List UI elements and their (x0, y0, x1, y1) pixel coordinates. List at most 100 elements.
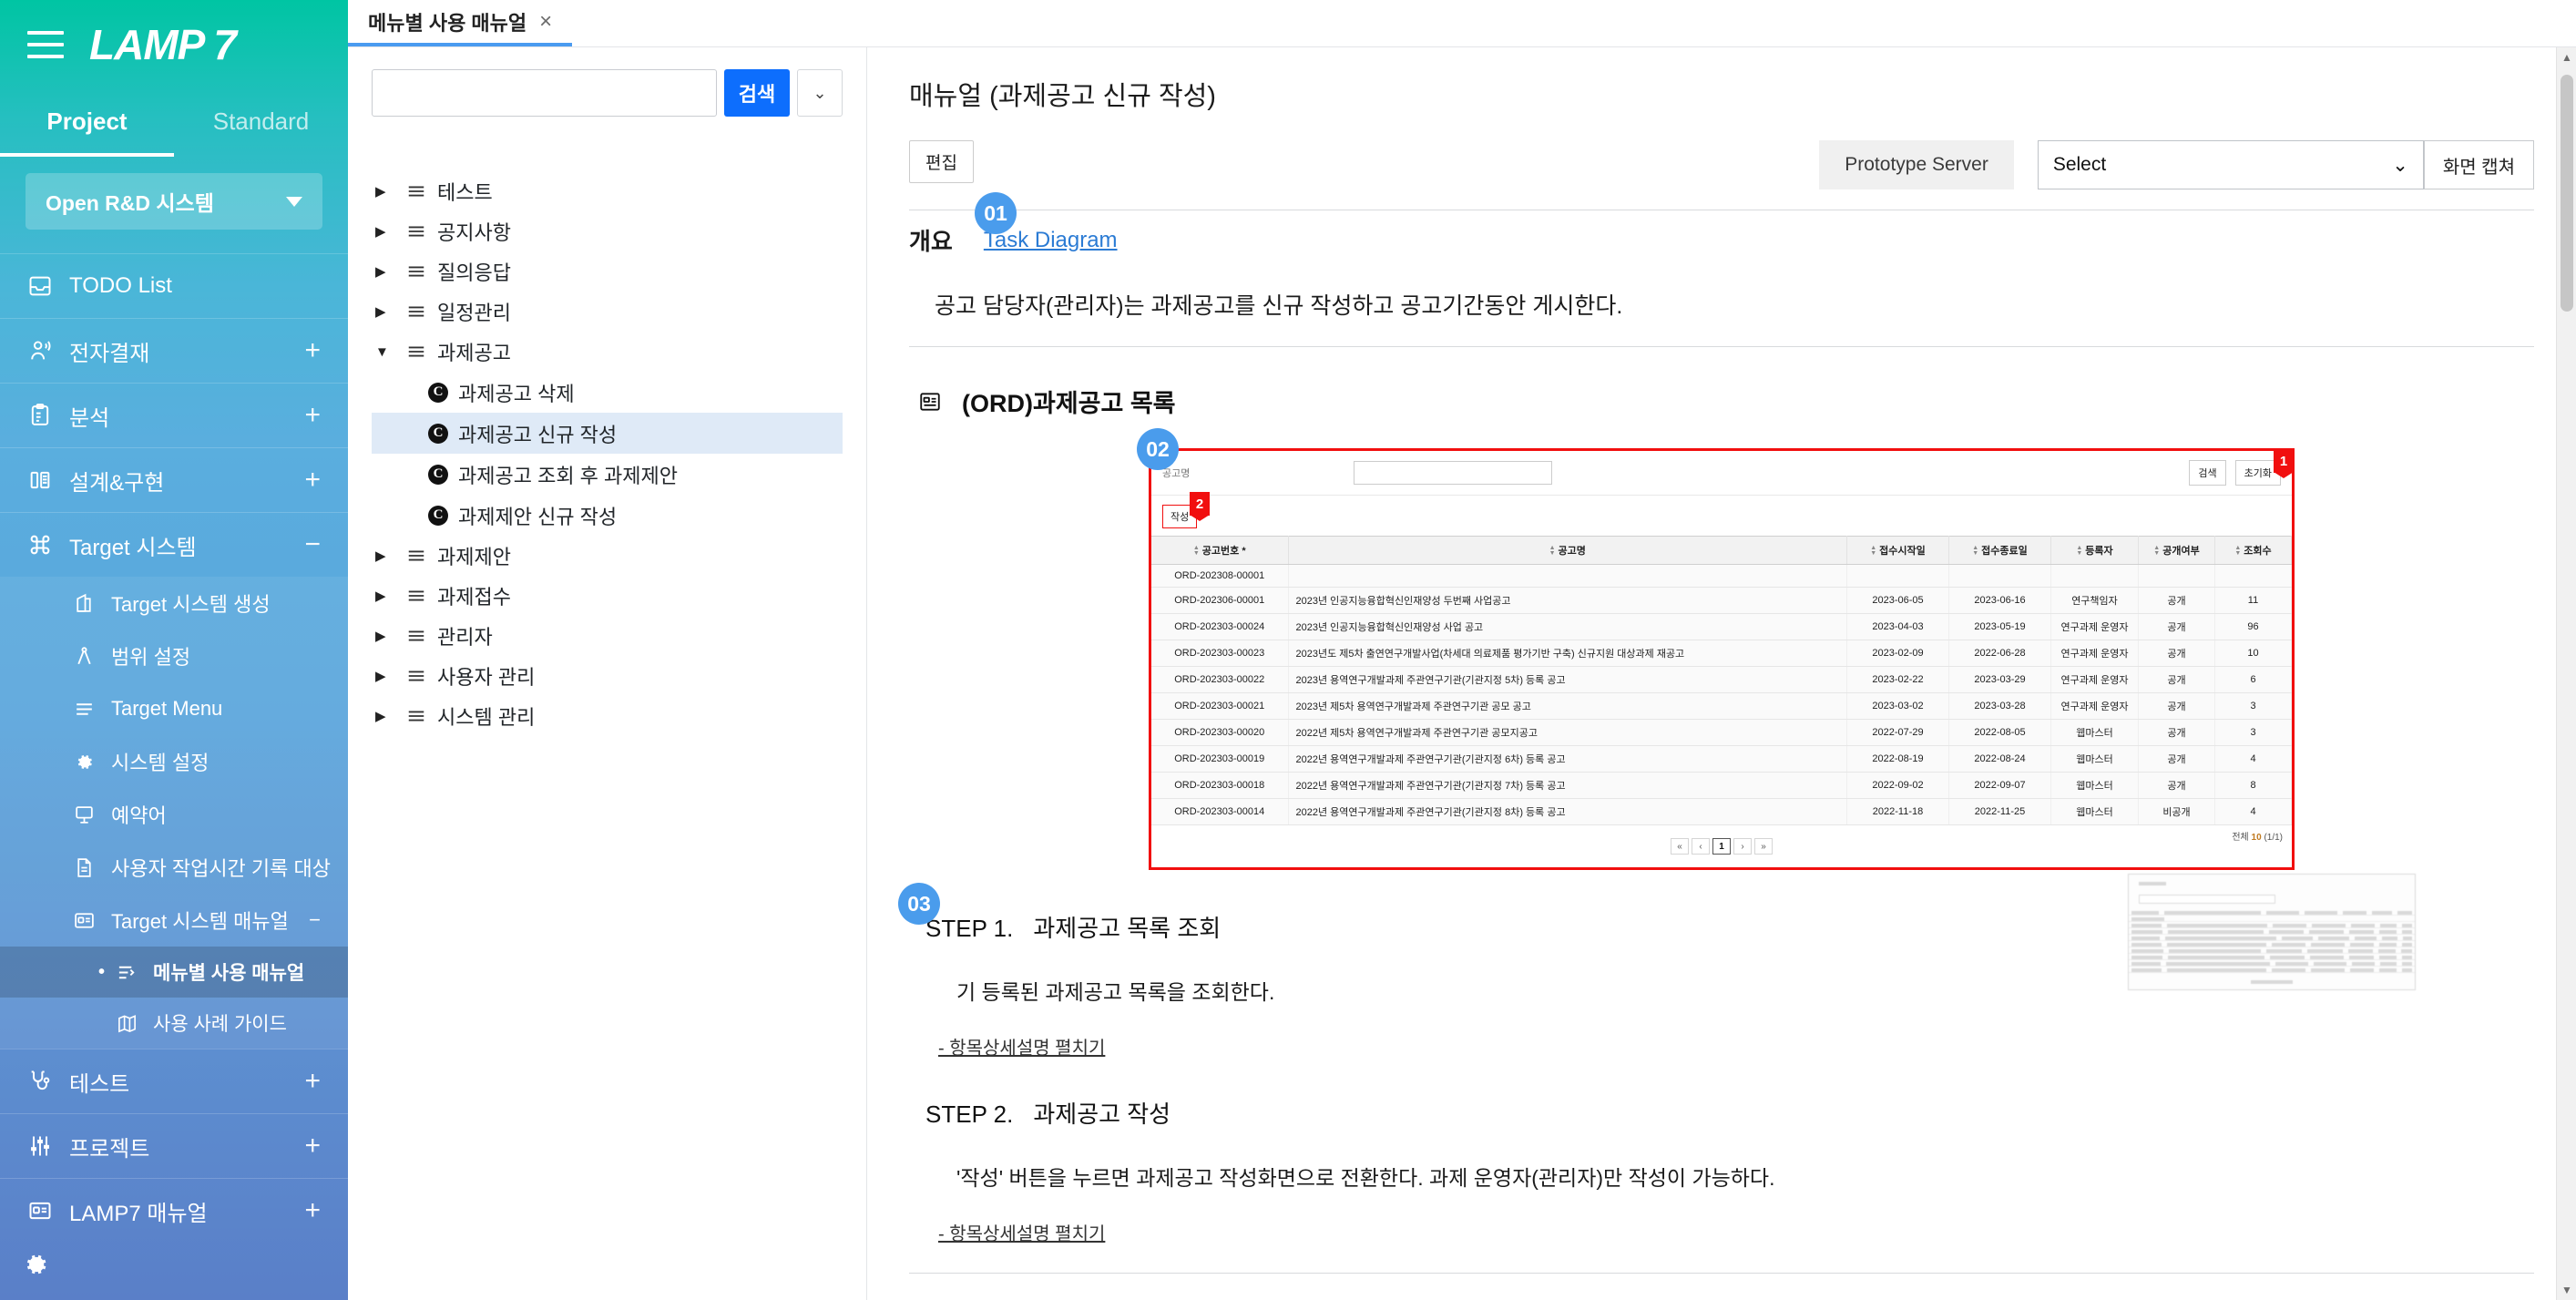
sidebar-item-todo-list[interactable]: TODO List (0, 253, 348, 318)
sidebar-item-lamp7-manual[interactable]: LAMP7 매뉴얼 + (0, 1178, 348, 1243)
page-prev-button[interactable]: ‹ (1692, 838, 1710, 855)
page-first-button[interactable]: « (1671, 838, 1689, 855)
tree-node-announcement[interactable]: ▼ 과제공고 (372, 332, 843, 372)
chevron-down-icon[interactable]: ▼ (375, 344, 395, 360)
th-announcement-name[interactable]: ▲ ▼ 공고명 (1288, 536, 1847, 565)
page-next-button[interactable]: › (1733, 838, 1752, 855)
th-registrant[interactable]: ▲ ▼ 등록자 (2050, 536, 2139, 565)
sort-icon[interactable]: ▲ ▼ (2234, 545, 2241, 557)
search-input[interactable] (372, 69, 717, 117)
tree-node-admin[interactable]: ▶ 관리자 (372, 616, 843, 656)
sidebar-item-target-system[interactable]: Target 시스템 − (0, 512, 348, 577)
sort-icon[interactable]: ▲ ▼ (1870, 545, 1876, 557)
prototype-server-select[interactable]: Select ⌄ (2037, 140, 2424, 189)
tree-node-schedule[interactable]: ▶ 일정관리 (372, 292, 843, 332)
sidebar-subitem-target-system-create[interactable]: Target 시스템 생성 (0, 577, 348, 630)
table-row[interactable]: ORD-202303-00024 2023년 인공지능융합혁신인재양성 사업 공고… (1151, 613, 2292, 640)
sidebar-item-test[interactable]: 테스트 + (0, 1049, 348, 1113)
tree-node-receipt[interactable]: ▶ 과제접수 (372, 576, 843, 616)
sidebar-tab-standard[interactable]: Standard (174, 89, 348, 157)
tree-node-proposal[interactable]: ▶ 과제제안 (372, 536, 843, 576)
step-1-expand-link[interactable]: - 항목상세설명 펼치기 (938, 1033, 1105, 1059)
tree-node-notice[interactable]: ▶ 공지사항 (372, 211, 843, 251)
table-row[interactable]: ORD-202303-00018 2022년 용역연구개발과제 주관연구기관(기관… (1151, 772, 2292, 799)
expand-toggle[interactable]: + (304, 402, 321, 429)
settings-gear-icon[interactable] (20, 1249, 51, 1280)
chevron-right-icon[interactable]: ▶ (375, 183, 395, 200)
sidebar-item-design-impl[interactable]: 설계&구현 + (0, 447, 348, 512)
table-row[interactable]: ORD-202303-00023 2023년도 제5차 출연연구개발사업(차세대 … (1151, 640, 2292, 667)
sort-icon[interactable]: ▲ ▼ (1549, 545, 1556, 557)
tree-node-test[interactable]: ▶ 테스트 (372, 171, 843, 211)
expand-toggle[interactable]: + (304, 1197, 321, 1224)
tree-leaf-view-then-propose[interactable]: C 과제공고 조회 후 과제제안 (372, 454, 843, 495)
search-button[interactable]: 검색 (724, 69, 790, 117)
sidebar-subitem-worktime-targets[interactable]: 사용자 작업시간 기록 대상 (0, 841, 348, 894)
chevron-right-icon[interactable]: ▶ (375, 263, 395, 280)
th-announcement-no[interactable]: ▲ ▼ 공고번호 * (1151, 536, 1289, 565)
chevron-right-icon[interactable]: ▶ (375, 588, 395, 604)
table-row[interactable]: ORD-202303-00014 2022년 용역연구개발과제 주관연구기관(기관… (1151, 798, 2292, 825)
scroll-up-arrow-icon[interactable]: ▲ (2561, 51, 2572, 64)
expand-toggle[interactable]: + (304, 1132, 321, 1160)
step-2-expand-link[interactable]: - 항목상세설명 펼치기 (938, 1219, 1105, 1245)
sidebar-subitem-system-setting[interactable]: 시스템 설정 (0, 735, 348, 788)
tree-node-system-management[interactable]: ▶ 시스템 관리 (372, 696, 843, 736)
sidebar-subitem-menu-manual[interactable]: • 메뉴별 사용 매뉴얼 (0, 947, 348, 998)
sidebar-subitem-usecase-guide[interactable]: 사용 사례 가이드 (0, 998, 348, 1049)
expand-toggle[interactable]: + (304, 337, 321, 364)
collapse-toggle[interactable]: − (304, 531, 321, 558)
edit-button[interactable]: 편집 (909, 140, 974, 183)
table-row[interactable]: ORD-202303-00022 2023년 용역연구개발과제 주관연구기관(기관… (1151, 666, 2292, 693)
capture-search-button[interactable]: 검색 (2189, 460, 2226, 486)
sidebar-item-project[interactable]: 프로젝트 + (0, 1113, 348, 1178)
sidebar-tab-project[interactable]: Project (0, 89, 174, 157)
chevron-right-icon[interactable]: ▶ (375, 668, 395, 684)
tree-leaf-new-announcement[interactable]: C 과제공고 신규 작성 (372, 413, 843, 454)
table-row[interactable]: ORD-202303-00019 2022년 용역연구개발과제 주관연구기관(기관… (1151, 745, 2292, 773)
th-public[interactable]: ▲ ▼ 공개여부 (2138, 536, 2215, 565)
close-icon[interactable]: × (539, 9, 552, 35)
table-row[interactable]: ORD-202306-00001 2023년 인공지능융합혁신인재양성 두번째 사… (1151, 587, 2292, 614)
sidebar-subitem-target-system-manual[interactable]: Target 시스템 매뉴얼 − (0, 894, 348, 947)
th-start-date[interactable]: ▲ ▼ 접수시작일 (1846, 536, 1949, 565)
chevron-right-icon[interactable]: ▶ (375, 303, 395, 320)
project-selector[interactable]: Open R&D 시스템 (26, 173, 322, 230)
chevron-right-icon[interactable]: ▶ (375, 223, 395, 240)
expand-toggle[interactable]: + (304, 1068, 321, 1095)
page-1-button[interactable]: 1 (1712, 838, 1731, 855)
screen-capture-button[interactable]: 화면 캡쳐 (2423, 140, 2534, 189)
chevron-right-icon[interactable]: ▶ (375, 708, 395, 724)
expand-toggle[interactable]: + (304, 466, 321, 494)
tab-menu-manual[interactable]: 메뉴별 사용 매뉴얼 × (348, 0, 573, 46)
table-row[interactable]: ORD-202303-00020 2022년 제5차 용역연구개발과제 주관연구기… (1151, 719, 2292, 746)
th-end-date[interactable]: ▲ ▼ 접수종료일 (1948, 536, 2051, 565)
collapse-toggle[interactable]: − (309, 908, 321, 932)
sort-icon[interactable]: ▲ ▼ (2076, 545, 2082, 557)
chevron-right-icon[interactable]: ▶ (375, 628, 395, 644)
step-thumbnail-preview[interactable] (2128, 874, 2416, 990)
filter-input[interactable] (1354, 461, 1552, 485)
tree-node-qna[interactable]: ▶ 질의응답 (372, 251, 843, 292)
chevron-down-icon[interactable]: ⌄ (797, 69, 843, 117)
sort-icon[interactable]: ▲ ▼ (1972, 545, 1978, 557)
th-views[interactable]: ▲ ▼ 조회수 (2214, 536, 2292, 565)
scroll-down-arrow-icon[interactable]: ▼ (2561, 1284, 2572, 1296)
sort-icon[interactable]: ▲ ▼ (2153, 545, 2160, 557)
tree-node-user-management[interactable]: ▶ 사용자 관리 (372, 656, 843, 696)
chevron-right-icon[interactable]: ▶ (375, 548, 395, 564)
vertical-scrollbar[interactable]: ▲ ▼ (2556, 47, 2576, 1300)
sidebar-subitem-reserved-words[interactable]: 예약어 (0, 788, 348, 841)
scrollbar-thumb[interactable] (2561, 75, 2573, 312)
sidebar-subitem-target-menu[interactable]: Target Menu (0, 682, 348, 735)
tree-leaf-delete-announcement[interactable]: C 과제공고 삭제 (372, 372, 843, 413)
sidebar-subitem-scope-setting[interactable]: 범위 설정 (0, 630, 348, 682)
sidebar-item-approval[interactable]: 전자결재 + (0, 318, 348, 383)
tree-leaf-new-proposal[interactable]: C 과제제안 신규 작성 (372, 495, 843, 536)
hamburger-menu-icon[interactable] (27, 31, 64, 58)
table-row[interactable]: ORD-202303-00021 2023년 제5차 용역연구개발과제 주관연구기… (1151, 692, 2292, 720)
page-last-button[interactable]: » (1754, 838, 1773, 855)
sort-icon[interactable]: ▲ ▼ (1193, 545, 1200, 557)
table-row[interactable]: ORD-202308-00001 (1151, 564, 2292, 588)
sidebar-item-analysis[interactable]: 분석 + (0, 383, 348, 447)
